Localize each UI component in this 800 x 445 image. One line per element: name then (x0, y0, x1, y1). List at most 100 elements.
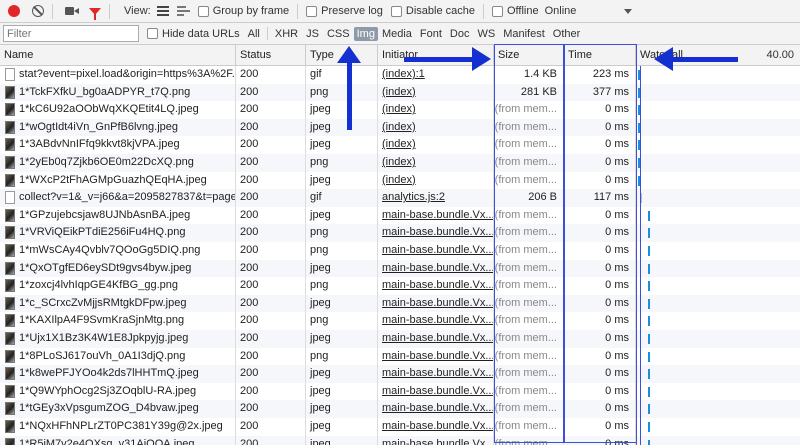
request-name[interactable]: 1*k8wePFJYOo4k2ds7lHHTmQ.jpeg (19, 365, 199, 383)
initiator-link[interactable]: main-base.bundle.Vx... (382, 314, 493, 326)
initiator-link[interactable]: (index):1 (382, 68, 425, 80)
type-filter-other[interactable]: Other (549, 27, 585, 41)
table-row[interactable]: 1*wOgtIdt4iVn_GnPfB6lvng.jpeg 200 jpeg (ind… (0, 118, 800, 137)
table-row[interactable]: 1*tGEy3xVpsgumZOG_D4bvaw.jpeg 200 jpeg main… (0, 400, 800, 418)
chevron-down-icon[interactable] (624, 8, 633, 14)
initiator-link[interactable]: main-base.bundle.Vx... (382, 420, 493, 432)
initiator-link[interactable]: main-base.bundle.Vx... (382, 402, 493, 414)
table-row[interactable]: 1*mWsCAy4Qvblv7QOoGg5DIQ.png 200 png main-b… (0, 242, 800, 260)
request-name[interactable]: 1*c_SCrxcZvMjjsRMtgkDFpw.jpeg (19, 295, 186, 313)
hide-data-urls-checkbox[interactable] (147, 28, 158, 39)
request-name[interactable]: 1*VRViQEikPTdiE256iFu4HQ.png (19, 224, 186, 242)
table-row[interactable]: 1*VRViQEikPTdiE256iFu4HQ.png 200 png main-b… (0, 224, 800, 242)
disable-cache-checkbox[interactable] (390, 5, 402, 17)
request-name[interactable]: stat?event=pixel.load&origin=https%3A%2F… (19, 66, 235, 84)
initiator-link[interactable]: main-base.bundle.Vx... (382, 262, 493, 274)
table-row[interactable]: 1*NQxHFhNPLrZT0PC381Y39g@2x.jpeg 200 jpeg m… (0, 418, 800, 436)
initiator-link[interactable]: main-base.bundle.Vx... (382, 244, 493, 256)
table-row[interactable]: 1*2yEb0q7Zjkb6OE0m22DcXQ.png 200 png (index… (0, 154, 800, 172)
request-name[interactable]: 1*2yEb0q7Zjkb6OE0m22DcXQ.png (19, 154, 194, 172)
request-name-cell: 1*2yEb0q7Zjkb6OE0m22DcXQ.png (0, 154, 236, 172)
group-by-frame-checkbox[interactable] (197, 5, 209, 17)
column-header-name[interactable]: Name (0, 45, 236, 66)
request-name[interactable]: 1*zoxcj4lvhIqpGE4KfBG_gg.png (19, 277, 178, 295)
request-name[interactable]: 1*wOgtIdt4iVn_GnPfB6lvng.jpeg (19, 119, 178, 137)
request-name[interactable]: 1*KAXIlpA4F9SvmKraSjnMtg.png (19, 312, 184, 330)
request-type: jpeg (306, 171, 378, 190)
type-filter-xhr[interactable]: XHR (271, 27, 302, 41)
request-name[interactable]: 1*tGEy3xVpsgumZOG_D4bvaw.jpeg (19, 400, 199, 418)
type-filter-ws[interactable]: WS (473, 27, 499, 41)
table-row[interactable]: 1*8PLoSJ617ouVh_0A1I3djQ.png 200 png main-b… (0, 347, 800, 366)
type-filter-font[interactable]: Font (416, 27, 446, 41)
table-row[interactable]: 1*zoxcj4lvhIqpGE4KfBG_gg.png 200 png main-b… (0, 277, 800, 295)
request-name[interactable]: 1*Q9WYphOcg2Sj3ZOqblU-RA.jpeg (19, 383, 196, 401)
table-row[interactable]: 1*R5iM7v2e4QXsg_v31AiQQA.jpeg 200 jpeg main… (0, 435, 800, 445)
initiator-link[interactable]: main-base.bundle.Vx... (382, 367, 493, 379)
offline-checkbox[interactable] (491, 5, 503, 17)
table-row[interactable]: 1*3ABdvNnIFfq9kkvt8kjVPA.jpeg 200 jpeg (ind… (0, 136, 800, 154)
clear-icon[interactable] (32, 5, 44, 17)
overview-icon[interactable] (176, 6, 190, 16)
table-row[interactable]: 1*WXcP2tFhAGMpGuazhQEqHA.jpeg 200 jpeg (ind… (0, 171, 800, 190)
request-name-cell: 1*QxOTgfED6eySDt9gvs4byw.jpeg (0, 259, 236, 278)
request-name[interactable]: 1*WXcP2tFhAGMpGuazhQEqHA.jpeg (19, 172, 207, 190)
initiator-link[interactable]: main-base.bundle.Vx... (382, 438, 493, 445)
type-filter-img[interactable]: Img (353, 26, 378, 41)
request-name[interactable]: 1*NQxHFhNPLrZT0PC381Y39g@2x.jpeg (19, 418, 223, 436)
request-name[interactable]: 1*QxOTgfED6eySDt9gvs4byw.jpeg (19, 260, 191, 278)
table-row[interactable]: stat?event=pixel.load&origin=https%3A%2F… (0, 66, 800, 84)
table-row[interactable]: 1*KAXIlpA4F9SvmKraSjnMtg.png 200 png main-b… (0, 312, 800, 330)
type-filter-doc[interactable]: Doc (446, 27, 474, 41)
type-filter-manifest[interactable]: Manifest (499, 27, 549, 41)
throttling-select[interactable]: Online (545, 5, 577, 17)
request-name[interactable]: 1*mWsCAy4Qvblv7QOoGg5DIQ.png (19, 242, 200, 260)
initiator-link[interactable]: (index) (382, 121, 416, 133)
initiator-link[interactable]: main-base.bundle.Vx... (382, 385, 493, 397)
initiator-link[interactable]: (index) (382, 138, 416, 150)
request-type: png (306, 154, 378, 172)
request-name[interactable]: 1*R5iM7v2e4QXsg_v31AiQQA.jpeg (19, 436, 194, 445)
type-filter-all[interactable]: All (244, 27, 264, 41)
initiator-link[interactable]: main-base.bundle.Vx... (382, 332, 493, 344)
table-row[interactable]: 1*Q9WYphOcg2Sj3ZOqblU-RA.jpeg 200 jpeg main… (0, 382, 800, 401)
waterfall-bar (648, 246, 650, 256)
table-row[interactable]: 1*QxOTgfED6eySDt9gvs4byw.jpeg 200 jpeg main… (0, 259, 800, 278)
column-header-status[interactable]: Status (236, 45, 306, 66)
preserve-log-checkbox[interactable] (306, 5, 318, 17)
request-name[interactable]: 1*3ABdvNnIFfq9kkvt8kjVPA.jpeg (19, 136, 180, 154)
request-name[interactable]: 1*kC6U92aOObWqXKQEtit4LQ.jpeg (19, 101, 199, 119)
table-row[interactable]: 1*c_SCrxcZvMjjsRMtgkDFpw.jpeg 200 jpeg main… (0, 294, 800, 313)
capture-screenshots-icon[interactable] (65, 6, 79, 16)
table-row[interactable]: 1*Ujx1X1Bz3K4W1E8Jpkpyjg.jpeg 200 jpeg main… (0, 330, 800, 348)
waterfall-bar (648, 210, 650, 221)
request-initiator: main-base.bundle.Vx... (378, 418, 494, 436)
initiator-link[interactable]: analytics.js:2 (382, 191, 445, 203)
initiator-link[interactable]: main-base.bundle.Vx... (382, 297, 493, 309)
table-row[interactable]: collect?v=1&_v=j66&a=2095827837&t=page..… (0, 189, 800, 207)
filter-input[interactable] (3, 25, 139, 42)
large-rows-icon[interactable] (156, 6, 169, 16)
initiator-link[interactable]: main-base.bundle.Vx... (382, 279, 493, 291)
request-name[interactable]: 1*GPzujebcsjaw8UJNbAsnBA.jpeg (19, 207, 190, 225)
table-row[interactable]: 1*k8wePFJYOo4k2ds7lHHTmQ.jpeg 200 jpeg main… (0, 365, 800, 383)
type-filter-js[interactable]: JS (302, 27, 323, 41)
initiator-link[interactable]: (index) (382, 86, 416, 98)
request-name[interactable]: collect?v=1&_v=j66&a=2095827837&t=page..… (19, 189, 235, 207)
table-row[interactable]: 1*TckFXfkU_bg0aADPYR_t7Q.png 200 png (index… (0, 83, 800, 102)
record-icon[interactable] (8, 5, 20, 17)
initiator-link[interactable]: (index) (382, 156, 416, 168)
type-filter-media[interactable]: Media (378, 27, 416, 41)
request-name[interactable]: 1*8PLoSJ617ouVh_0A1I3djQ.png (19, 348, 185, 366)
filter-icon[interactable] (89, 7, 101, 20)
table-row[interactable]: 1*GPzujebcsjaw8UJNbAsnBA.jpeg 200 jpeg main… (0, 206, 800, 225)
initiator-link[interactable]: main-base.bundle.Vx... (382, 226, 493, 238)
table-row[interactable]: 1*kC6U92aOObWqXKQEtit4LQ.jpeg 200 jpeg (ind… (0, 101, 800, 119)
initiator-link[interactable]: main-base.bundle.Vx... (382, 209, 493, 221)
initiator-link[interactable]: (index) (382, 174, 416, 186)
initiator-link[interactable]: (index) (382, 103, 416, 115)
request-name[interactable]: 1*TckFXfkU_bg0aADPYR_t7Q.png (19, 84, 190, 102)
request-name[interactable]: 1*Ujx1X1Bz3K4W1E8Jpkpyjg.jpeg (19, 330, 188, 348)
type-filter-css[interactable]: CSS (323, 27, 354, 41)
initiator-link[interactable]: main-base.bundle.Vx... (382, 350, 493, 362)
